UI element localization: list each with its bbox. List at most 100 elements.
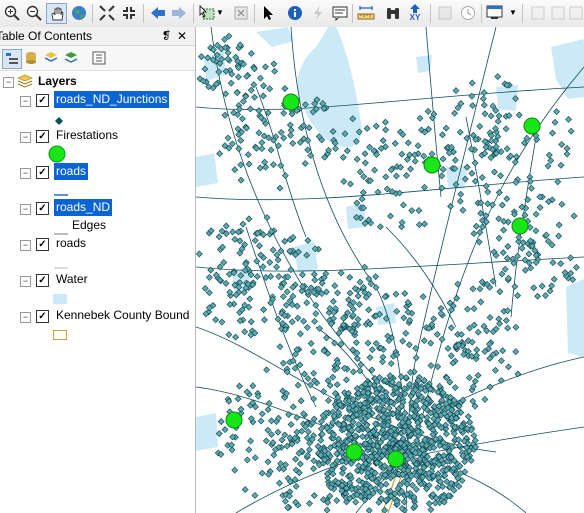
- junction-point: [563, 145, 571, 152]
- firestation-point[interactable]: [282, 93, 300, 111]
- collapse-layer-icon[interactable]: −: [20, 132, 31, 143]
- firestation-point[interactable]: [423, 156, 441, 174]
- junction-point: [297, 330, 304, 338]
- forward-arrow-icon[interactable]: [169, 3, 189, 23]
- clear-selection-icon[interactable]: [231, 3, 251, 23]
- junction-point: [442, 124, 450, 132]
- junction-point: [222, 279, 230, 287]
- list-by-drawing-order-icon[interactable]: [2, 49, 22, 69]
- layer-visibility-checkbox[interactable]: ✓: [36, 94, 49, 107]
- list-by-visibility-icon[interactable]: [42, 49, 60, 67]
- layer-name[interactable]: Water: [54, 271, 90, 288]
- select-elements-arrow-icon[interactable]: [258, 3, 278, 23]
- fixed-zoom-out-icon[interactable]: [119, 3, 139, 23]
- junction-point: [241, 486, 249, 493]
- junction-point: [293, 414, 301, 421]
- junction-point: [239, 220, 247, 228]
- junction-point: [486, 314, 494, 321]
- layers-stack-icon: [17, 74, 33, 91]
- junction-point: [534, 292, 542, 300]
- layer-visibility-checkbox[interactable]: ✓: [36, 202, 49, 215]
- back-arrow-icon[interactable]: [148, 3, 168, 23]
- junction-point: [333, 381, 341, 389]
- junction-point: [299, 271, 306, 279]
- go-to-xy-icon[interactable]: XY: [405, 3, 425, 23]
- collapse-layer-icon[interactable]: −: [20, 204, 31, 215]
- firestation-point[interactable]: [345, 443, 363, 461]
- collapse-layer-icon[interactable]: −: [20, 312, 31, 323]
- layer-name[interactable]: roads_ND: [54, 199, 113, 216]
- junction-point: [310, 492, 318, 500]
- firestation-point[interactable]: [387, 450, 405, 468]
- toc-options-icon[interactable]: [90, 49, 108, 67]
- find-binoculars-icon[interactable]: [383, 3, 403, 23]
- layer-visibility-checkbox[interactable]: ✓: [36, 166, 49, 179]
- junction-point: [558, 141, 566, 148]
- zoom-out-icon[interactable]: [24, 3, 44, 23]
- select-features-icon[interactable]: [197, 3, 217, 23]
- junction-point: [504, 243, 512, 250]
- disabled-window-icon-2: [548, 3, 568, 23]
- layer-visibility-checkbox[interactable]: ✓: [36, 238, 49, 251]
- zoom-in-icon[interactable]: [2, 3, 22, 23]
- layer-name[interactable]: roads: [54, 163, 89, 180]
- map-canvas[interactable]: [196, 27, 584, 513]
- junction-point: [518, 244, 526, 252]
- select-dropdown-chevron-icon[interactable]: ▼: [215, 3, 225, 23]
- collapse-layer-icon[interactable]: −: [20, 276, 31, 287]
- junction-point: [515, 111, 523, 119]
- firestation-point[interactable]: [523, 117, 541, 135]
- measure-ruler-icon[interactable]: [356, 3, 376, 23]
- junction-point: [276, 184, 284, 192]
- collapse-layer-icon[interactable]: −: [20, 96, 31, 107]
- layer-visibility-checkbox[interactable]: ✓: [36, 130, 49, 143]
- close-icon[interactable]: ✕: [177, 27, 187, 45]
- junction-point: [331, 339, 338, 347]
- time-slider-icon[interactable]: [458, 3, 478, 23]
- junction-point: [563, 150, 571, 158]
- layer-tree: − Layers − ✓ roads_ND_Junctions − ✓ Fire…: [0, 71, 195, 513]
- junction-point: [253, 257, 261, 265]
- pan-hand-icon[interactable]: [46, 3, 67, 24]
- layer-visibility-checkbox[interactable]: ✓: [36, 274, 49, 287]
- junction-point: [233, 89, 241, 97]
- junction-point: [372, 340, 380, 347]
- identify-info-icon[interactable]: [285, 3, 305, 23]
- list-by-selection-icon[interactable]: [62, 49, 80, 67]
- junction-point: [478, 174, 486, 181]
- collapse-layer-icon[interactable]: −: [20, 168, 31, 179]
- create-viewer-window-icon[interactable]: [485, 3, 505, 23]
- layer-name[interactable]: roads_ND_Junctions: [54, 91, 170, 108]
- full-extent-globe-icon[interactable]: [69, 3, 89, 23]
- firestation-point[interactable]: [511, 217, 529, 235]
- junction-point: [476, 122, 484, 130]
- junction-point: [363, 421, 371, 429]
- list-by-source-icon[interactable]: [22, 49, 40, 67]
- junction-point: [197, 53, 205, 61]
- junction-point: [486, 383, 494, 391]
- junction-point: [260, 82, 268, 90]
- fixed-zoom-in-icon[interactable]: [97, 3, 117, 23]
- junction-point: [358, 195, 366, 203]
- collapse-layer-icon[interactable]: −: [20, 240, 31, 251]
- layer-visibility-checkbox[interactable]: ✓: [36, 310, 49, 323]
- hyperlink-lightning-icon[interactable]: [308, 3, 328, 23]
- junction-point: [512, 323, 520, 331]
- junction-point: [274, 256, 282, 264]
- collapse-layers-icon[interactable]: −: [3, 77, 14, 88]
- layer-name[interactable]: roads: [54, 235, 88, 252]
- layer-name[interactable]: Firestations: [54, 127, 120, 144]
- junction-point: [285, 411, 293, 418]
- pin-icon[interactable]: ❡: [162, 27, 171, 45]
- junction-point: [264, 458, 272, 466]
- junction-point: [503, 254, 511, 262]
- junction-point: [366, 354, 374, 361]
- junction-point: [439, 166, 447, 173]
- firestation-point[interactable]: [225, 411, 243, 429]
- toolbar-overflow-chevron-icon[interactable]: ▼: [508, 3, 518, 23]
- html-popup-icon[interactable]: [330, 3, 350, 23]
- junction-point: [558, 200, 566, 208]
- junction-point: [304, 428, 312, 436]
- map-view[interactable]: [196, 27, 584, 513]
- layer-name[interactable]: Kennebek County Bound: [54, 307, 191, 324]
